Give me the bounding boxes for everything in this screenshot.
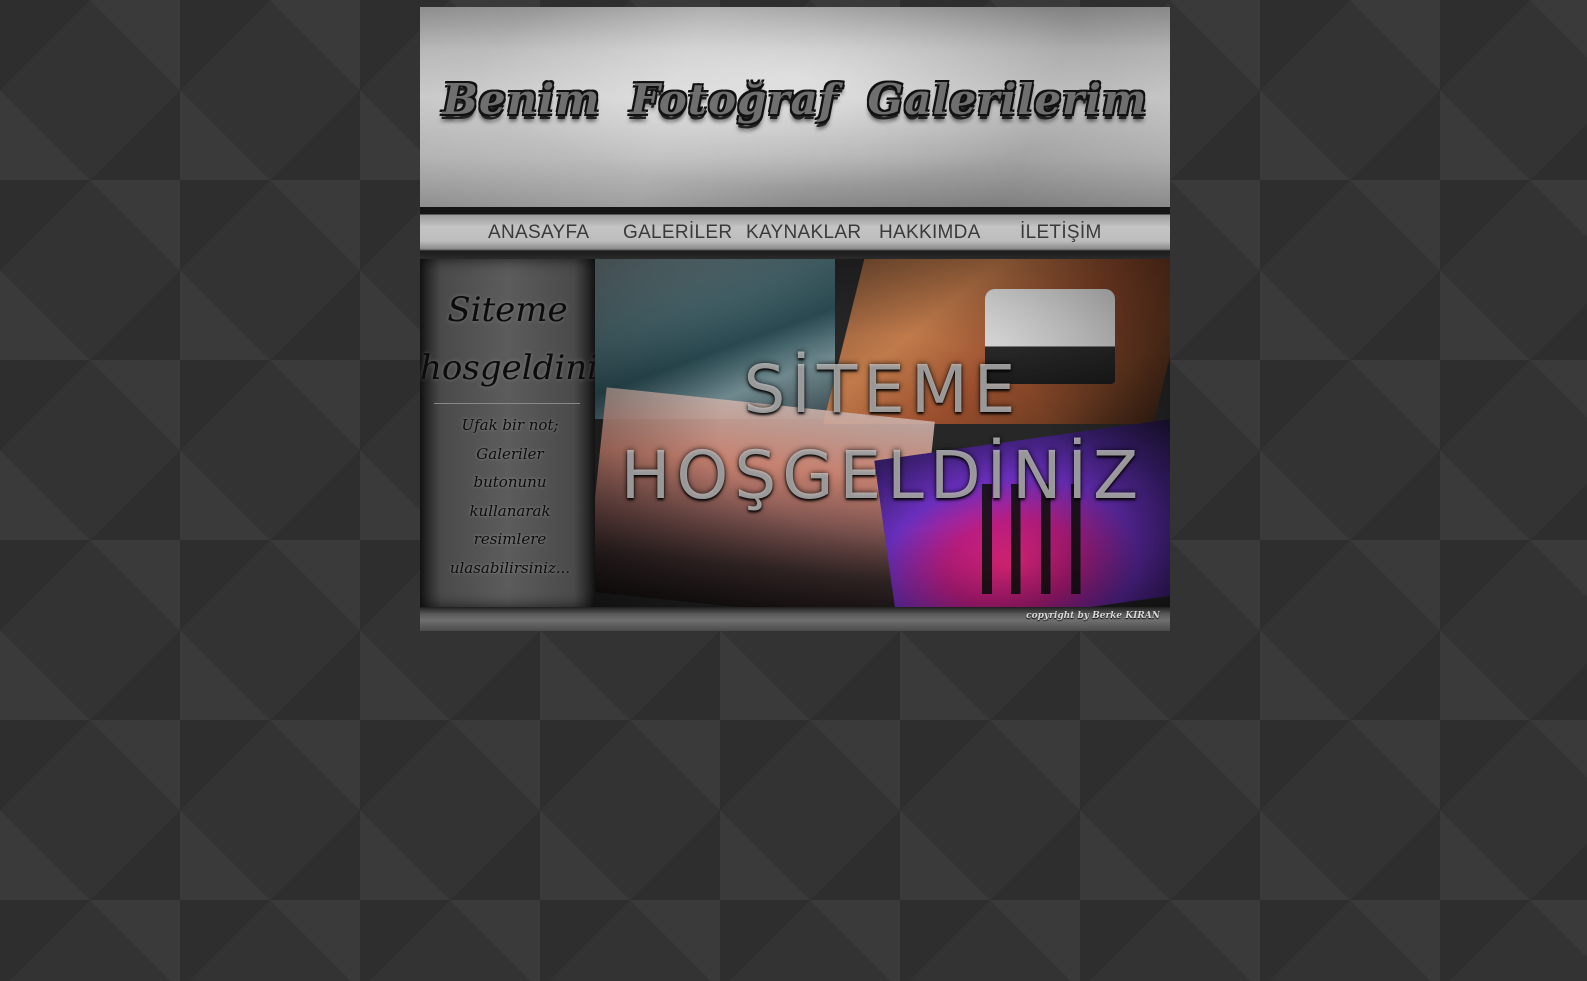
nav-item-galeriler[interactable]: GALERİLER — [623, 221, 732, 245]
sidebar-divider — [434, 403, 580, 404]
site-title: Benim Fotoğraf Galerilerim — [442, 75, 1148, 124]
banner-text-line1: SİTEME — [743, 351, 1022, 428]
nav-item-anasayfa[interactable]: ANASAYFA — [488, 221, 589, 245]
site-footer: copyright by Berke KIRAN — [420, 607, 1170, 631]
banner-text-line2: HOŞGELDİNİZ — [620, 437, 1145, 514]
content-area: Siteme hosgeldiniz Ufak bir not; Galeril… — [420, 259, 1170, 607]
nav-item-kaynaklar[interactable]: KAYNAKLAR — [746, 221, 861, 245]
main-nav: ANASAYFA GALERİLER KAYNAKLAR HAKKIMDA İL… — [420, 207, 1170, 259]
note-line: butonunu — [473, 473, 547, 492]
note-line: kullanarak — [469, 501, 551, 520]
page-container: Benim Fotoğraf Galerilerim ANASAYFA GALE… — [420, 7, 1170, 631]
welcome-heading: Siteme hosgeldiniz — [420, 281, 616, 397]
banner-text: SİTEME HOŞGELDİNİZ — [595, 347, 1170, 519]
note-line: Galeriler — [476, 444, 544, 463]
nav-item-hakkimda[interactable]: HAKKIMDA — [879, 221, 981, 245]
sidebar-note: Ufak bir not; Galeriler butonunu kullana… — [440, 411, 580, 583]
site-header: Benim Fotoğraf Galerilerim — [420, 7, 1170, 207]
welcome-heading-line2: hosgeldiniz — [420, 348, 616, 388]
note-line: resimlere — [473, 530, 547, 549]
sidebar: Siteme hosgeldiniz Ufak bir not; Galeril… — [420, 259, 616, 607]
copyright-text: copyright by Berke KIRAN — [1026, 611, 1160, 621]
nav-item-iletisim[interactable]: İLETİŞİM — [1020, 221, 1102, 245]
note-line: Ufak bir not; — [461, 416, 559, 434]
note-line: ulasabilirsiniz... — [449, 558, 571, 577]
welcome-heading-line1: Siteme — [447, 290, 568, 330]
welcome-banner: SİTEME HOŞGELDİNİZ — [595, 259, 1170, 607]
